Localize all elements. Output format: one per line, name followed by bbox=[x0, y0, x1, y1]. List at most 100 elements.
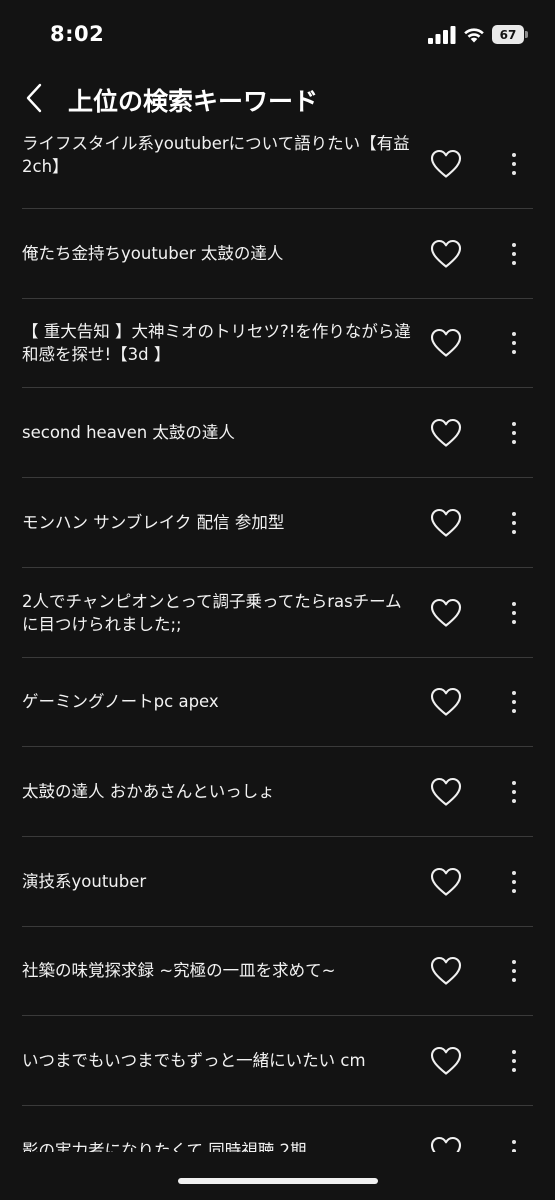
like-button[interactable] bbox=[428, 1043, 464, 1079]
more-vertical-icon[interactable] bbox=[504, 684, 524, 720]
page-title: 上位の検索キーワード bbox=[68, 87, 319, 116]
more-dot bbox=[512, 978, 516, 983]
keyword-text: 2人でチャンピオンとって調子乗ってたらrasチームに目つけられました;; bbox=[22, 591, 402, 634]
more-dot bbox=[512, 529, 516, 534]
more-dot bbox=[512, 1059, 516, 1063]
home-indicator[interactable] bbox=[178, 1178, 378, 1184]
keyword-text: モンハン サンブレイク 配信 参加型 bbox=[22, 512, 285, 532]
more-dot bbox=[512, 440, 516, 445]
more-dot bbox=[512, 350, 516, 355]
header: 上位の検索キーワード bbox=[0, 70, 555, 130]
keyword-list-item[interactable]: モンハン サンブレイク 配信 参加型 bbox=[22, 479, 533, 568]
like-button[interactable] bbox=[428, 1133, 464, 1152]
more-dot bbox=[512, 1139, 516, 1144]
status-time: 8:02 bbox=[50, 22, 105, 46]
more-dot bbox=[512, 422, 516, 427]
more-dot bbox=[512, 969, 516, 974]
more-dot bbox=[512, 798, 516, 803]
like-button[interactable] bbox=[428, 684, 464, 720]
more-vertical-icon[interactable] bbox=[504, 325, 524, 361]
more-dot bbox=[512, 619, 516, 624]
status-bar: 8:02 67 bbox=[0, 0, 555, 70]
keyword-text: 俺たち金持ちyoutuber 太鼓の達人 bbox=[22, 243, 284, 263]
keyword-text: 【 重大告知 】大神ミオのトリセツ?!を作りながら違和感を探せ!【3d 】 bbox=[22, 322, 411, 365]
more-dot bbox=[512, 332, 516, 337]
heart-outline-icon bbox=[430, 508, 462, 537]
heart-outline-icon bbox=[430, 598, 462, 627]
more-vertical-icon[interactable] bbox=[504, 415, 524, 451]
more-vertical-icon[interactable] bbox=[504, 236, 524, 272]
more-dot bbox=[512, 780, 516, 785]
battery-cap bbox=[525, 31, 528, 38]
more-dot bbox=[512, 341, 516, 346]
more-dot bbox=[512, 1148, 516, 1152]
more-dot bbox=[512, 162, 516, 166]
more-vertical-icon[interactable] bbox=[504, 505, 524, 541]
heart-outline-icon bbox=[430, 329, 462, 357]
keyword-list: ライフスタイル系youtuberについて語りたい【有益2ch】俺たち金持ちyou… bbox=[0, 128, 555, 1152]
keyword-text: 社築の味覚探求録 ~究極の一皿を求めて~ bbox=[22, 961, 336, 981]
keyword-text: 影の実力者になりたくて 同時視聴 2期 bbox=[22, 1140, 307, 1152]
more-dot bbox=[512, 960, 516, 965]
like-button[interactable] bbox=[428, 415, 464, 451]
more-vertical-icon[interactable] bbox=[504, 595, 524, 631]
like-button[interactable] bbox=[428, 595, 464, 631]
chevron-left-icon bbox=[26, 83, 42, 113]
keyword-list-item[interactable]: 2人でチャンピオンとって調子乗ってたらrasチームに目つけられました;; bbox=[22, 569, 533, 658]
battery-icon: 67 bbox=[492, 25, 528, 44]
more-vertical-icon[interactable] bbox=[504, 774, 524, 810]
like-button[interactable] bbox=[428, 774, 464, 810]
keyword-list-item[interactable]: 演技系youtuber bbox=[22, 838, 533, 927]
more-dot bbox=[512, 260, 516, 265]
keyword-list-item[interactable]: 俺たち金持ちyoutuber 太鼓の達人 bbox=[22, 210, 533, 299]
heart-outline-icon bbox=[430, 867, 462, 896]
more-dot bbox=[512, 511, 516, 516]
back-button[interactable] bbox=[14, 76, 54, 120]
like-button[interactable] bbox=[428, 325, 464, 361]
more-dot bbox=[512, 251, 516, 256]
heart-outline-icon bbox=[430, 419, 462, 447]
like-button[interactable] bbox=[428, 505, 464, 541]
like-button[interactable] bbox=[428, 236, 464, 272]
more-dot bbox=[512, 242, 516, 247]
keyword-list-item[interactable]: いつまでもいつまでもずっと一緒にいたい cm bbox=[22, 1017, 533, 1106]
more-dot bbox=[512, 171, 516, 175]
more-dot bbox=[512, 789, 516, 794]
more-vertical-icon[interactable] bbox=[504, 864, 524, 900]
more-dot bbox=[512, 888, 516, 893]
more-vertical-icon[interactable] bbox=[504, 1133, 524, 1152]
like-button[interactable] bbox=[428, 953, 464, 989]
keyword-list-item[interactable]: 社築の味覚探求録 ~究極の一皿を求めて~ bbox=[22, 927, 533, 1017]
more-dot bbox=[512, 870, 516, 875]
more-vertical-icon[interactable] bbox=[504, 146, 524, 182]
heart-outline-icon bbox=[430, 957, 462, 985]
keyword-text: 演技系youtuber bbox=[22, 871, 147, 891]
keyword-list-item[interactable]: 影の実力者になりたくて 同時視聴 2期 bbox=[22, 1107, 533, 1152]
heart-outline-icon bbox=[430, 688, 462, 716]
more-vertical-icon[interactable] bbox=[504, 1043, 524, 1079]
heart-outline-icon bbox=[430, 777, 462, 806]
keyword-text: second heaven 太鼓の達人 bbox=[22, 423, 235, 443]
keyword-list-item[interactable]: ライフスタイル系youtuberについて語りたい【有益2ch】 bbox=[22, 128, 533, 209]
like-button[interactable] bbox=[428, 864, 464, 900]
more-dot bbox=[512, 153, 516, 157]
keyword-text: いつまでもいつまでもずっと一緒にいたい cm bbox=[22, 1051, 366, 1070]
more-dot bbox=[512, 431, 516, 436]
more-dot bbox=[512, 879, 516, 884]
more-dot bbox=[512, 1068, 516, 1072]
more-vertical-icon[interactable] bbox=[504, 953, 524, 989]
keyword-list-item[interactable]: 【 重大告知 】大神ミオのトリセツ?!を作りながら違和感を探せ!【3d 】 bbox=[22, 299, 533, 389]
wifi-icon bbox=[464, 28, 484, 43]
keyword-text: 太鼓の達人 おかあさんといっしょ bbox=[22, 781, 275, 801]
like-button[interactable] bbox=[428, 146, 464, 182]
more-dot bbox=[512, 709, 516, 714]
keyword-list-item[interactable]: 太鼓の達人 おかあさんといっしょ bbox=[22, 748, 533, 837]
more-dot bbox=[512, 610, 516, 615]
more-dot bbox=[512, 520, 516, 525]
heart-outline-icon bbox=[430, 149, 462, 178]
heart-outline-icon bbox=[430, 239, 462, 268]
keyword-list-item[interactable]: ゲーミングノートpc apex bbox=[22, 658, 533, 748]
more-dot bbox=[512, 700, 516, 705]
keyword-list-item[interactable]: second heaven 太鼓の達人 bbox=[22, 389, 533, 479]
heart-outline-icon bbox=[430, 1046, 462, 1075]
